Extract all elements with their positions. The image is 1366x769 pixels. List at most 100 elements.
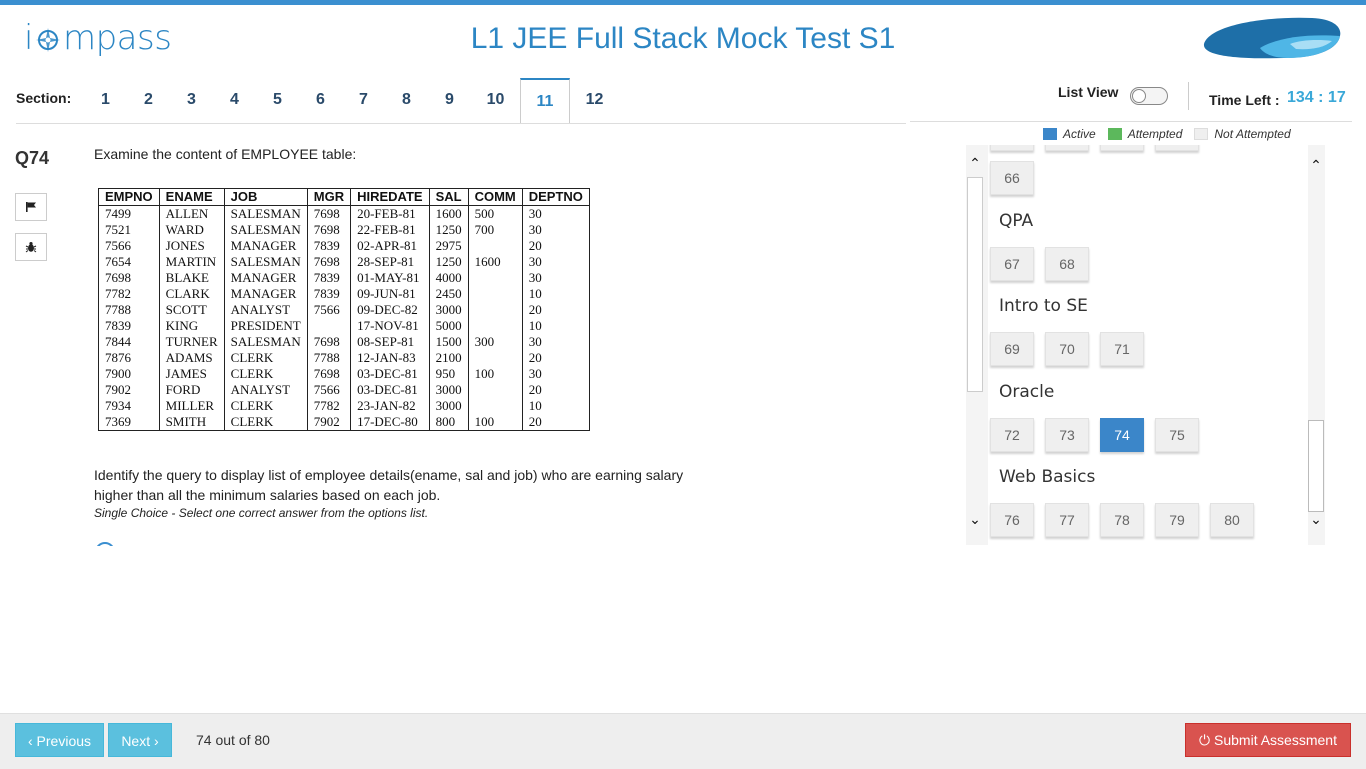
- table-cell: 30: [521, 222, 590, 238]
- tab-section-11[interactable]: 11: [520, 78, 570, 124]
- question-button-79[interactable]: 79: [1155, 503, 1199, 537]
- table-cell: 1250: [428, 254, 469, 270]
- time-left-label: Time Left :: [1209, 92, 1280, 108]
- table-cell: 02-APR-81: [350, 238, 430, 254]
- time-left-value: 134 : 17: [1287, 89, 1346, 106]
- scrollbar-thumb[interactable]: [967, 177, 983, 392]
- scroll-down-icon[interactable]: ⌄: [967, 511, 983, 528]
- table-cell: 7900: [98, 366, 160, 382]
- legend-swatch: [1194, 128, 1209, 140]
- question-button-76[interactable]: 76: [990, 503, 1034, 537]
- table-cell: 7566: [98, 238, 160, 254]
- question-button-69[interactable]: 69: [990, 332, 1034, 366]
- table-row: 7654 MARTIN SALESMAN 7698 28-SEP-81 1250 1600 3…: [98, 254, 590, 270]
- table-cell: CLERK: [223, 366, 308, 382]
- column-header: ENAME: [158, 188, 225, 206]
- table-cell: 5000: [428, 318, 469, 334]
- table-cell: 30: [521, 334, 590, 350]
- table-cell: [467, 238, 523, 254]
- table-cell: [306, 318, 352, 334]
- table-row: 7900 JAMES CLERK 7698 03-DEC-81 950 100 30: [98, 366, 590, 382]
- question-button-68[interactable]: 68: [1045, 247, 1089, 281]
- table-cell: 7566: [306, 302, 352, 318]
- column-header: COMM: [467, 188, 523, 206]
- scroll-up-icon[interactable]: ⌃: [1308, 157, 1324, 174]
- question-button[interactable]: [1100, 145, 1144, 151]
- next-button[interactable]: Next ›: [108, 723, 172, 757]
- question-button-72[interactable]: 72: [990, 418, 1034, 452]
- table-cell: [467, 302, 523, 318]
- power-icon: ⏻: [1199, 732, 1211, 748]
- question-button[interactable]: [1155, 145, 1199, 151]
- section-label: Section:: [16, 90, 72, 106]
- table-cell: 7566: [306, 382, 352, 398]
- table-cell: 30: [521, 254, 590, 270]
- question-button-73[interactable]: 73: [1045, 418, 1089, 452]
- table-cell: 7788: [306, 350, 352, 366]
- submit-assessment-button[interactable]: ⏻ Submit Assessment: [1185, 723, 1351, 757]
- tab-section-9[interactable]: 9: [428, 78, 471, 124]
- table-cell: 7782: [98, 286, 160, 302]
- table-cell: 800: [428, 414, 469, 431]
- tab-section-4[interactable]: 4: [213, 78, 256, 124]
- column-header: SAL: [428, 188, 469, 206]
- tab-section-10[interactable]: 10: [471, 78, 520, 124]
- next-label: Next: [121, 733, 151, 749]
- column-header: EMPNO: [98, 188, 160, 206]
- flag-button[interactable]: [15, 193, 47, 221]
- chevron-left-icon: ‹: [27, 733, 33, 749]
- previous-label: Previous: [36, 733, 92, 749]
- table-cell: 20: [521, 414, 590, 431]
- table-cell: KING: [158, 318, 225, 334]
- tab-section-2[interactable]: 2: [127, 78, 170, 124]
- question-prompt: Identify the query to display list of em…: [94, 467, 684, 503]
- table-cell: MANAGER: [223, 286, 308, 302]
- question-button-70[interactable]: 70: [1045, 332, 1089, 366]
- brand-logo: [1203, 17, 1341, 59]
- table-cell: [467, 350, 523, 366]
- table-cell: 30: [521, 366, 590, 382]
- question-button-78[interactable]: 78: [1100, 503, 1144, 537]
- divider: [16, 123, 906, 124]
- previous-button[interactable]: ‹ Previous: [15, 723, 104, 757]
- question-button-71[interactable]: 71: [1100, 332, 1144, 366]
- tab-section-1[interactable]: 1: [84, 78, 127, 124]
- list-view-toggle[interactable]: [1130, 87, 1168, 105]
- tab-section-3[interactable]: 3: [170, 78, 213, 124]
- flag-icon: [26, 202, 36, 212]
- question-button-74[interactable]: 74: [1100, 418, 1144, 452]
- scroll-up-icon[interactable]: ⌃: [967, 155, 983, 172]
- outer-scrollbar[interactable]: ⌃ ⌄: [966, 145, 984, 545]
- scrollbar-thumb[interactable]: [1308, 420, 1324, 512]
- legend-label: Attempted: [1127, 127, 1183, 141]
- tab-section-7[interactable]: 7: [342, 78, 385, 124]
- question-intro: Examine the content of EMPLOYEE table:: [94, 146, 357, 162]
- tab-section-8[interactable]: 8: [385, 78, 428, 124]
- section-tabs: 1 2 3 4 5 6 7 8 9 10 11 12: [84, 78, 619, 124]
- scroll-down-icon[interactable]: ⌄: [1308, 511, 1324, 528]
- tab-section-5[interactable]: 5: [256, 78, 299, 124]
- question-button-80[interactable]: 80: [1210, 503, 1254, 537]
- tab-section-12[interactable]: 12: [570, 78, 619, 124]
- question-button-77[interactable]: 77: [1045, 503, 1089, 537]
- question-button-67[interactable]: 67: [990, 247, 1034, 281]
- table-cell: [467, 286, 523, 302]
- option-radio[interactable]: [95, 542, 113, 546]
- question-button-66[interactable]: 66: [990, 161, 1034, 195]
- table-cell: 20-FEB-81: [350, 205, 430, 222]
- table-cell: BLAKE: [158, 270, 225, 286]
- report-bug-button[interactable]: [15, 233, 47, 261]
- table-cell: 7698: [306, 254, 352, 270]
- table-cell: 950: [428, 366, 469, 382]
- inner-scrollbar[interactable]: ⌃ ⌄: [1308, 145, 1325, 545]
- table-cell: 28-SEP-81: [350, 254, 430, 270]
- palette-group-title: Oracle: [999, 382, 1055, 402]
- question-button[interactable]: [990, 145, 1034, 151]
- list-view-label: List View: [1058, 84, 1119, 100]
- question-button[interactable]: [1045, 145, 1089, 151]
- table-cell: 03-DEC-81: [350, 366, 430, 382]
- table-cell: 20: [521, 382, 590, 398]
- question-button-75[interactable]: 75: [1155, 418, 1199, 452]
- table-cell: 1600: [428, 205, 469, 222]
- tab-section-6[interactable]: 6: [299, 78, 342, 124]
